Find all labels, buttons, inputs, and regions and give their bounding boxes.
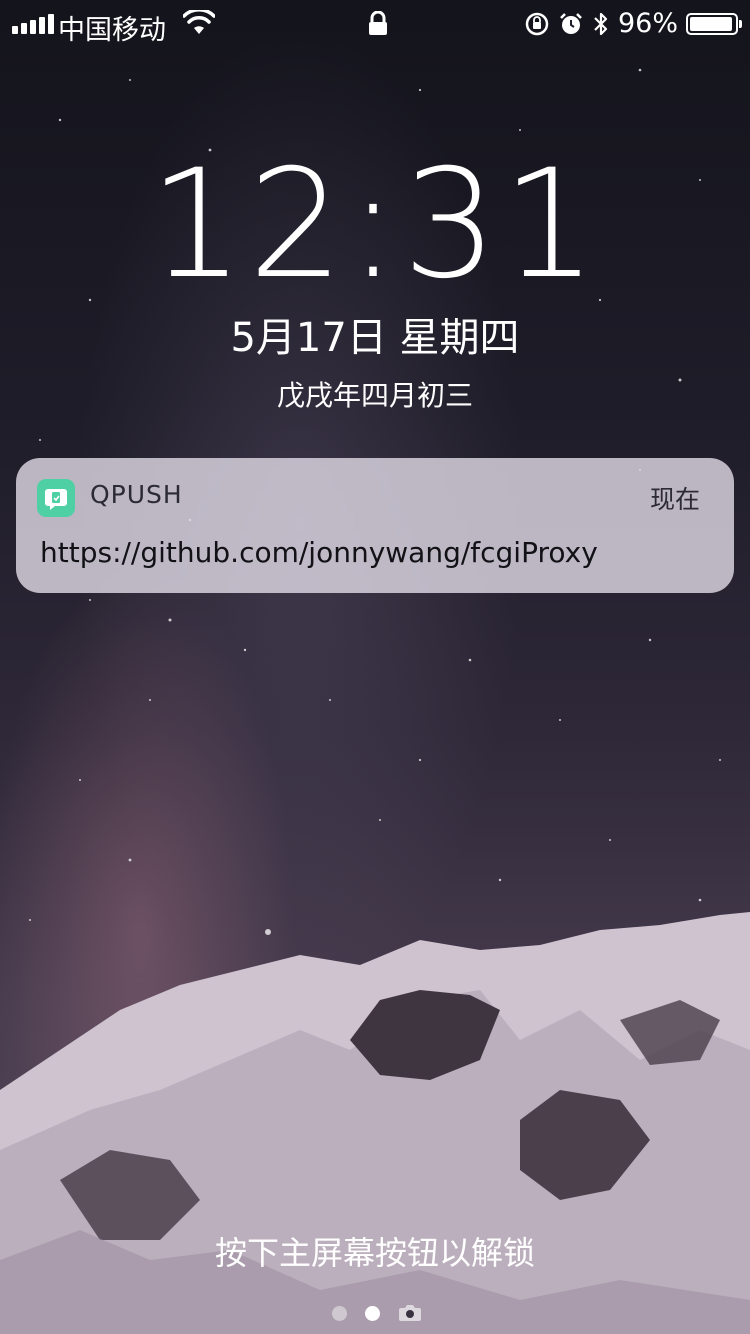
page-dot[interactable] — [332, 1305, 347, 1321]
notification-card[interactable]: QPUSH 现在 https://github.com/jonnywang/fc… — [16, 458, 734, 593]
status-right-group: 96% — [524, 8, 742, 39]
status-bar: 中国移动 96% — [0, 0, 750, 48]
camera-icon[interactable] — [398, 1304, 422, 1322]
bluetooth-icon — [594, 12, 608, 35]
page-indicator[interactable] — [332, 1304, 422, 1322]
battery-icon — [686, 12, 742, 35]
unlock-hint: 按下主屏幕按钮以解锁 — [214, 1234, 535, 1272]
battery-percent: 96% — [617, 8, 678, 39]
lock-icon — [369, 11, 387, 35]
notification-app-name: QPUSH — [90, 480, 183, 509]
page-dot-active[interactable] — [365, 1305, 380, 1321]
lockscreen-lunar-date: 戊戌年四月初三 — [276, 379, 473, 412]
qpush-logo-glyph — [45, 489, 67, 510]
carrier-name: 中国移动 — [58, 15, 166, 46]
lockscreen-date: 5月17日 星期四 — [230, 315, 520, 361]
qpush-app-icon — [37, 479, 75, 517]
notification-body: https://github.com/jonnywang/fcgiProxy — [40, 536, 598, 569]
alarm-icon — [560, 12, 582, 34]
signal-icon — [12, 14, 54, 34]
lockscreen-time: 12:31 — [148, 138, 602, 312]
orientation-lock-icon — [525, 12, 549, 35]
wifi-icon — [183, 10, 215, 34]
battery-fill — [690, 16, 733, 31]
notification-time: 现在 — [649, 485, 700, 514]
